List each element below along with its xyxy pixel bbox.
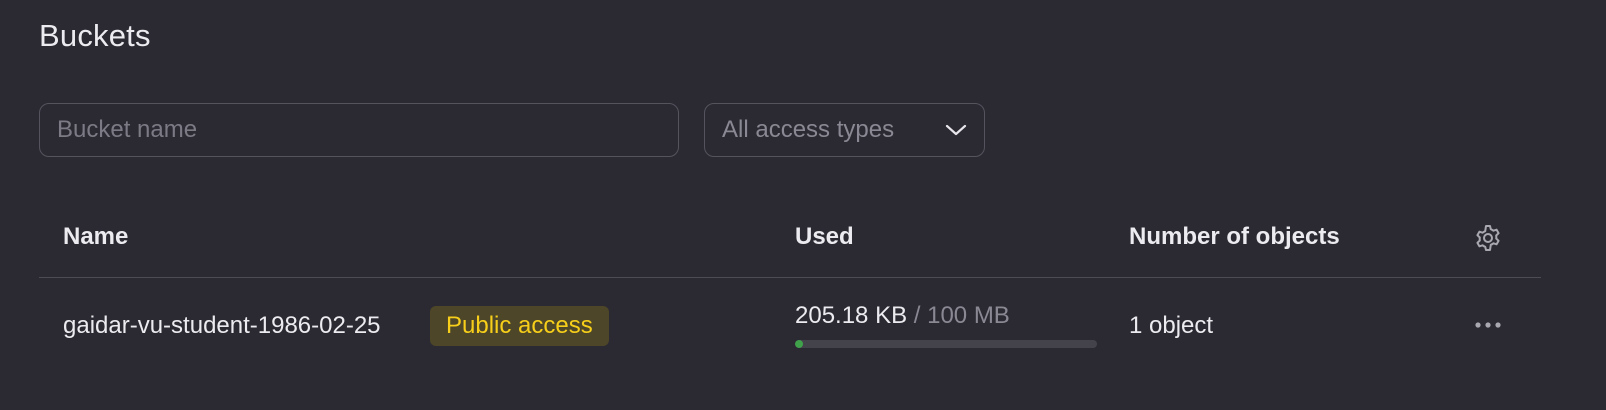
chevron-down-icon	[945, 123, 967, 137]
objects-count: 1 object	[1129, 312, 1214, 339]
more-horizontal-icon[interactable]	[1471, 314, 1505, 336]
buckets-page: Buckets All access types Name Used Numbe…	[0, 0, 1606, 410]
column-header-objects[interactable]: Number of objects	[1129, 223, 1340, 251]
used-total: / 100 MB	[913, 302, 1010, 329]
gear-icon[interactable]	[1473, 223, 1503, 253]
usage-progress-fill	[795, 340, 803, 348]
column-header-name[interactable]: Name	[63, 223, 128, 251]
buckets-table: Name Used Number of objects gaidar-vu-st…	[39, 205, 1541, 378]
used-value: 205.18 KB	[795, 302, 908, 329]
page-title: Buckets	[39, 18, 151, 53]
bucket-name-link[interactable]: gaidar-vu-student-1986-02-25	[63, 312, 381, 340]
table-row[interactable]: gaidar-vu-student-1986-02-25 Public acce…	[39, 278, 1541, 378]
access-type-select[interactable]: All access types	[704, 103, 985, 157]
usage-progress-bar	[795, 340, 1097, 348]
table-header-row: Name Used Number of objects	[39, 205, 1541, 278]
bucket-name-search-input[interactable]	[39, 103, 679, 157]
access-type-select-value: All access types	[722, 116, 895, 143]
used-text: 205.18 KB / 100 MB	[795, 302, 1097, 330]
used-cell: 205.18 KB / 100 MB	[795, 302, 1097, 348]
public-access-badge: Public access	[430, 306, 609, 346]
column-header-used[interactable]: Used	[795, 223, 854, 251]
